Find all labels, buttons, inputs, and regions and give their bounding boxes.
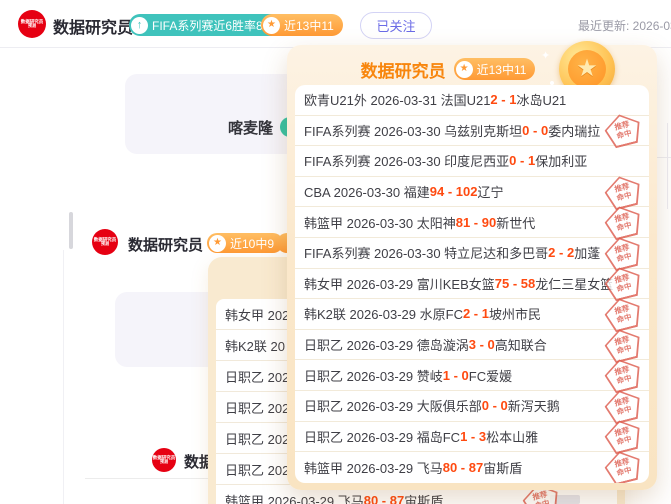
- match-result-row[interactable]: FIFA系列赛 2026-03-30 特立尼达和多巴哥 2 - 2 加蓬 推荐 命中: [295, 238, 649, 269]
- scrollbar-thumb[interactable]: [69, 212, 73, 249]
- match-text: 日职乙 2026-03-29 福岛FC: [304, 429, 461, 445]
- match-text: 欧青U21外 2026-03-31 法国U21: [304, 93, 491, 109]
- results-list: 欧青U21外 2026-03-31 法国U21 2 - 1 冰岛U21 FIFA系列…: [295, 85, 649, 483]
- match-result-row[interactable]: 日职乙 2026-03-29 大阪俱乐部 0 - 0 新泻天鹅 推荐 命中: [295, 391, 649, 422]
- stamp-line2: 命中: [615, 128, 633, 141]
- match-text: 韩K2联 20: [225, 338, 285, 354]
- results-popup: 数据研究员 ★ 近13中11 ★ ✦ ✦ 欧青U21外 2026-03-31 法…: [287, 41, 657, 490]
- app-screen: 数据研究员 预测 数据研究员 ↑ FIFA系列赛近6胜率83% ★ 近13中11…: [0, 0, 671, 504]
- match-score: 80 - 87: [442, 459, 484, 475]
- away-team: 冰岛U21: [516, 93, 567, 109]
- match-text: FIFA系列赛 2026-03-30 乌兹别克斯坦: [304, 123, 523, 139]
- match-score: 2 - 2: [548, 245, 575, 261]
- last-update-text: 最近更新: 2026-03-: [578, 19, 671, 33]
- popup-hits-badge: ★ 近13中11: [453, 58, 536, 80]
- expert-name: 数据研究员: [128, 237, 204, 254]
- expert-avatar[interactable]: 数据研究员 预测: [92, 229, 118, 255]
- match-text: 韩篮甲 2026-03-29 飞马: [304, 460, 443, 476]
- match-text: 日职乙 2026-03-29 大阪俱乐部: [304, 399, 482, 415]
- away-team: 辽宁: [477, 185, 504, 201]
- sparkle-icon: ✦: [541, 50, 551, 62]
- match-text: 韩女甲 202: [225, 307, 290, 323]
- match-result-row[interactable]: CBA 2026-03-30 福建 94 - 102 辽宁 推荐 命中: [295, 177, 649, 208]
- away-team: 宙斯盾: [483, 460, 523, 476]
- match-score: 94 - 102: [429, 184, 478, 200]
- match-score: 3 - 0: [468, 337, 495, 353]
- match-score: 1 - 3: [460, 428, 487, 444]
- away-team: 新泻天鹅: [507, 399, 560, 415]
- star-icon: ★: [455, 60, 473, 78]
- popup-title: 数据研究员: [360, 61, 446, 81]
- stamp-line2: 命中: [615, 434, 633, 447]
- match-result-row[interactable]: 韩K2联 2026-03-29 水原FC 2 - 1 坡州市民 推荐 命中: [295, 299, 649, 330]
- divider: [656, 157, 671, 158]
- away-team: FC爱媛: [468, 368, 513, 384]
- match-result-row[interactable]: 韩篮甲 2026-03-30 太阳神 81 - 90 新世代 推荐 命中: [295, 207, 649, 238]
- match-text: 日职乙 2026-03-29 赞岐: [304, 368, 443, 384]
- match-text: 日职乙 2026-03-29 德岛漩涡: [304, 338, 469, 354]
- match-text: 韩女甲 2026-03-29 富川KEB女篮: [304, 276, 495, 292]
- match-text: CBA 2026-03-30 福建: [304, 185, 430, 201]
- match-result-row[interactable]: 韩女甲 2026-03-29 富川KEB女篮 75 - 58 龙仁三星女篮 推荐 命中: [295, 269, 649, 300]
- stamp-line2: 命中: [615, 219, 633, 233]
- card-border: [63, 250, 64, 504]
- stamp-line2: 命中: [615, 311, 633, 325]
- away-team: 保加利亚: [535, 154, 588, 170]
- team-name: 喀麦隆: [228, 120, 274, 137]
- match-result-row[interactable]: 日职乙 2026-03-29 福岛FC 1 - 3 松本山雅 推荐 命中: [295, 422, 649, 453]
- match-text: 韩篮甲 2026-03-30 太阳神: [304, 215, 456, 231]
- stamp-line2: 命中: [615, 465, 633, 478]
- away-team: 宙斯盾: [404, 493, 444, 504]
- expert-avatar[interactable]: 数据研究员 预测: [152, 448, 176, 472]
- away-team: 龙仁三星女篮: [535, 276, 614, 292]
- hits-badge: ★ 近13中11: [261, 14, 343, 36]
- match-text: 日职乙 202: [225, 369, 290, 385]
- away-team: 松本山雅: [486, 429, 539, 445]
- hit-stamp-icon: 推荐命中: [602, 448, 645, 483]
- match-text: FIFA系列赛 2026-03-30 印度尼西亚: [304, 154, 510, 170]
- match-score: 0 - 0: [481, 398, 508, 414]
- match-result-row[interactable]: 韩篮甲 2026-03-29 飞马80 - 87宙斯盾 推荐命中: [295, 452, 649, 483]
- match-text: 韩篮甲 2026-03-29 飞马: [225, 493, 364, 504]
- stamp-line2: 命中: [615, 372, 633, 386]
- star-icon: ★: [209, 234, 226, 252]
- match-score: 2 - 1: [490, 92, 517, 108]
- match-text: FIFA系列赛 2026-03-30 特立尼达和多巴哥: [304, 246, 549, 262]
- away-team: 坡州市民: [488, 307, 541, 323]
- expert-avatar[interactable]: 数据研究员 预测: [18, 10, 46, 38]
- match-result-row[interactable]: 日职乙 2026-03-29 德岛漩涡 3 - 0 高知联合 推荐 命中: [295, 330, 649, 361]
- match-score: 80 - 87: [363, 492, 405, 504]
- stamp-line2: 命中: [615, 281, 633, 294]
- hits-badge-10-9: ★ 近10中9: [207, 233, 284, 253]
- match-text: 日职乙 202: [225, 462, 290, 478]
- up-arrow-icon: ↑: [131, 16, 148, 34]
- match-score: 75 - 58: [494, 275, 536, 291]
- followed-button[interactable]: 已关注: [360, 12, 432, 39]
- match-score: 81 - 90: [455, 214, 497, 230]
- match-score: 2 - 1: [462, 306, 489, 322]
- away-team: 委内瑞拉: [548, 123, 601, 139]
- away-team: 加蓬: [574, 246, 601, 262]
- star-icon: ★: [263, 16, 280, 34]
- match-result-row[interactable]: FIFA系列赛 2026-03-30 乌兹别克斯坦 0 - 0 委内瑞拉 推荐 命中: [295, 116, 649, 147]
- match-text: 日职乙 202: [225, 400, 290, 416]
- match-result-row[interactable]: FIFA系列赛 2026-03-30 印度尼西亚 0 - 1 保加利亚: [295, 146, 649, 177]
- away-team: 新世代: [496, 215, 536, 231]
- match-text: 日职乙 202: [225, 431, 290, 447]
- expert-name: 数据研究员: [53, 20, 134, 37]
- divider: [85, 478, 213, 479]
- hit-stamp-icon: 推荐命中: [602, 111, 645, 151]
- match-score: 0 - 0: [522, 122, 549, 138]
- match-score: 0 - 1: [509, 153, 536, 169]
- match-text: 韩K2联 2026-03-29 水原FC: [304, 307, 463, 323]
- medal-star-icon: ★: [576, 55, 598, 82]
- match-result-row[interactable]: 欧青U21外 2026-03-31 法国U21 2 - 1 冰岛U21: [295, 85, 649, 116]
- match-result-row[interactable]: 日职乙 2026-03-29 赞岐 1 - 0 FC爱媛 推荐 命中: [295, 360, 649, 391]
- divider: [667, 123, 668, 209]
- away-team: 高知联合: [494, 338, 547, 354]
- match-score: 1 - 0: [442, 367, 469, 383]
